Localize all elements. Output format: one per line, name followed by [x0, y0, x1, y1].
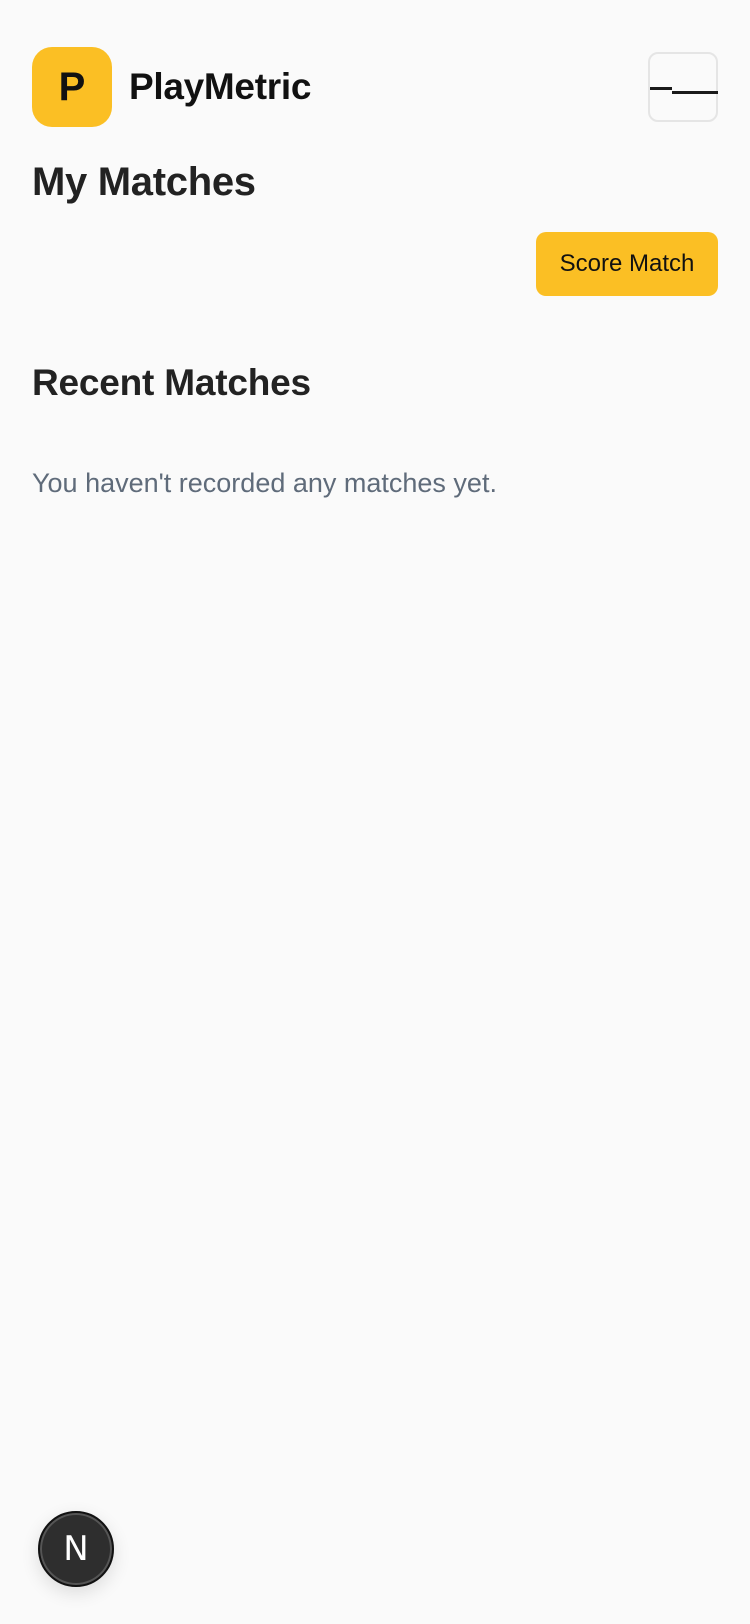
hamburger-menu-icon: [650, 87, 672, 90]
menu-button[interactable]: [648, 52, 718, 122]
score-match-button[interactable]: Score Match: [536, 232, 718, 296]
hamburger-menu-icon-bar: [672, 91, 718, 94]
app-name: PlayMetric: [129, 66, 312, 107]
nextjs-logo-icon: N: [63, 1529, 89, 1569]
page-title: My Matches: [32, 160, 256, 204]
empty-state-text: You haven't recorded any matches yet.: [32, 468, 497, 498]
nextjs-dev-tools-button[interactable]: N: [38, 1511, 114, 1587]
recent-matches-heading: Recent Matches: [32, 362, 311, 403]
app-logo: P: [32, 47, 112, 127]
app-header: P PlayMetric: [32, 47, 718, 127]
brand[interactable]: P PlayMetric: [32, 47, 311, 127]
logo-letter: P: [58, 64, 86, 109]
